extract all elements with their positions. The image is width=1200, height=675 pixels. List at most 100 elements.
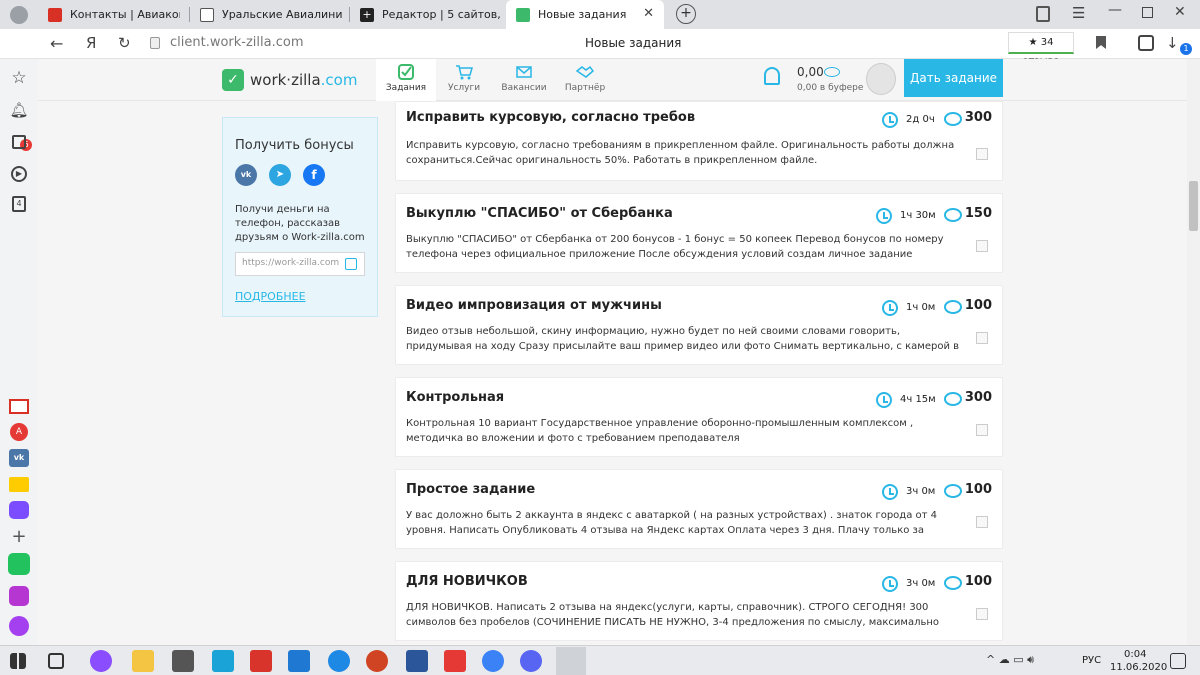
menu-icon[interactable]: ☰	[1072, 4, 1085, 22]
nav-vacancies[interactable]: Вакансии	[494, 59, 554, 101]
profile-icon[interactable]	[10, 6, 28, 24]
notification-center-icon[interactable]	[1170, 653, 1186, 669]
app-l-icon[interactable]	[212, 650, 234, 672]
reload-icon[interactable]: ↻	[118, 34, 131, 52]
telegram-share-icon[interactable]: ➤	[269, 164, 291, 186]
back-icon[interactable]: ←	[50, 34, 63, 53]
more-link[interactable]: ПОДРОБНЕЕ	[235, 290, 306, 303]
task-title[interactable]: Видео импровизация от мужчины	[406, 298, 662, 313]
task-title[interactable]: Исправить курсовую, согласно требов	[406, 110, 695, 125]
task-checkbox[interactable]	[976, 516, 988, 528]
site-header: ✓ work·zilla .com Задания Услуги Вакансии…	[38, 59, 1187, 101]
clock-icon	[876, 208, 892, 224]
windows-start-icon[interactable]	[10, 653, 26, 669]
collections-icon[interactable]	[8, 131, 30, 153]
download-icon[interactable]: ↓	[1166, 34, 1179, 52]
give-task-button[interactable]: Дать задание	[904, 59, 1003, 97]
clock-icon	[882, 300, 898, 316]
discord-icon[interactable]	[520, 650, 542, 672]
scrollbar-thumb[interactable]	[1189, 181, 1198, 231]
nav-services[interactable]: Услуги	[434, 59, 494, 101]
task-title[interactable]: Простое задание	[406, 482, 535, 497]
scrollbar[interactable]	[1187, 59, 1200, 645]
vk-share-icon[interactable]: vk	[235, 164, 257, 186]
task-view-icon[interactable]	[48, 653, 64, 669]
yandex-taskbar-icon[interactable]	[444, 650, 466, 672]
gmail-icon[interactable]	[8, 395, 30, 417]
notifications-icon[interactable]: 🔔︎	[8, 99, 30, 121]
send-icon[interactable]	[8, 553, 30, 575]
logo[interactable]: ✓ work·zilla .com	[222, 67, 357, 93]
task-price: 100	[964, 298, 992, 313]
translate-icon[interactable]: A	[8, 421, 30, 443]
clock-date[interactable]: 11.06.2020	[1110, 662, 1167, 673]
task-card[interactable]: Выкуплю "СПАСИБО" от Сбербанка 1ч 30м 15…	[395, 193, 1003, 273]
copy-icon[interactable]	[345, 258, 357, 270]
tab-ural[interactable]: Уральские Авиалинии, во	[190, 0, 350, 29]
check-favicon-icon	[516, 7, 530, 22]
task-checkbox[interactable]	[976, 332, 988, 344]
counter-icon[interactable]: 4	[8, 193, 30, 215]
favorites-icon[interactable]: ☆	[8, 67, 30, 89]
main-content: Получить бонусы vk ➤ f Получи деньги на …	[38, 101, 1187, 645]
bookmark-icon[interactable]	[1096, 36, 1106, 49]
nav-partner[interactable]: Партнёр	[555, 59, 615, 101]
task-card[interactable]: Контрольная 4ч 15м 300 Контрольная 10 ва…	[395, 377, 1003, 457]
edge-icon[interactable]	[328, 650, 350, 672]
url-text[interactable]: client.work-zilla.com	[170, 35, 304, 50]
nav-tasks[interactable]: Задания	[376, 59, 436, 101]
clock-icon	[882, 484, 898, 500]
reviews-badge[interactable]: ★ 34 отзыва	[1008, 32, 1074, 67]
word-icon[interactable]	[406, 650, 428, 672]
music-taskbar-icon[interactable]	[482, 650, 504, 672]
app-red-icon[interactable]	[250, 650, 272, 672]
lock-icon[interactable]	[150, 37, 160, 49]
task-card[interactable]: Простое задание 3ч 0м 100 У вас доложно …	[395, 469, 1003, 549]
task-time: 2д 0ч	[906, 114, 935, 125]
tray-icons[interactable]: ^ ☁ ▭ 🔊︎	[986, 653, 1034, 667]
tab-new-tasks[interactable]: Новые задания ✕	[506, 0, 664, 29]
protect-icon[interactable]	[1138, 35, 1154, 51]
messenger-icon[interactable]	[8, 499, 30, 521]
clock-time[interactable]: 0:04	[1124, 649, 1146, 660]
bell-icon[interactable]	[764, 67, 780, 85]
tab-contacts[interactable]: Контакты | Авиакомпания	[38, 0, 190, 29]
browser-sidebar: ☆ 🔔︎ 6 ▶ 4 A vk +	[0, 29, 38, 645]
close-window-icon[interactable]: ✕	[1174, 4, 1186, 20]
new-tab-button[interactable]: +	[676, 4, 696, 24]
language-indicator[interactable]: РУС	[1082, 655, 1101, 666]
close-tab-icon[interactable]: ✕	[643, 6, 654, 21]
facebook-share-icon[interactable]: f	[303, 164, 325, 186]
vk-icon[interactable]: vk	[8, 447, 30, 469]
task-checkbox[interactable]	[976, 608, 988, 620]
powerpoint-icon[interactable]	[366, 650, 388, 672]
task-title[interactable]: Контрольная	[406, 390, 504, 405]
balance-amount: 0,00	[797, 65, 824, 79]
alice-icon[interactable]	[8, 615, 30, 637]
music-icon[interactable]	[8, 585, 30, 607]
bookmarks-icon[interactable]	[1036, 6, 1050, 22]
task-title[interactable]: ДЛЯ НОВИЧКОВ	[406, 574, 528, 589]
avatar[interactable]	[866, 63, 896, 95]
task-card[interactable]: Видео импровизация от мужчины 1ч 0м 100 …	[395, 285, 1003, 365]
mail-icon[interactable]	[8, 473, 30, 495]
yandex-browser-icon[interactable]	[556, 647, 586, 675]
bonus-text: Получи деньги на телефон, рассказав друз…	[235, 204, 365, 243]
handshake-icon	[575, 65, 595, 78]
mail-taskbar-icon[interactable]	[288, 650, 310, 672]
store-icon[interactable]	[172, 650, 194, 672]
task-card[interactable]: Исправить курсовую, согласно требов 2д 0…	[395, 101, 1003, 181]
tab-editor[interactable]: + Редактор | 5 сайтов, для з	[350, 0, 506, 29]
minimize-icon[interactable]: —	[1108, 2, 1122, 18]
maximize-icon[interactable]	[1142, 7, 1153, 18]
add-panel-icon[interactable]: +	[8, 525, 30, 547]
task-card[interactable]: ДЛЯ НОВИЧКОВ 3ч 0м 100 ДЛЯ НОВИЧКОВ. Нап…	[395, 561, 1003, 641]
task-checkbox[interactable]	[976, 424, 988, 436]
yandex-logo-icon[interactable]: Я	[86, 34, 96, 52]
task-title[interactable]: Выкуплю "СПАСИБО" от Сбербанка	[406, 206, 673, 221]
task-checkbox[interactable]	[976, 148, 988, 160]
task-checkbox[interactable]	[976, 240, 988, 252]
play-icon[interactable]: ▶	[8, 163, 30, 185]
alice-taskbar-icon[interactable]	[90, 650, 112, 672]
folder-icon[interactable]	[132, 650, 154, 672]
